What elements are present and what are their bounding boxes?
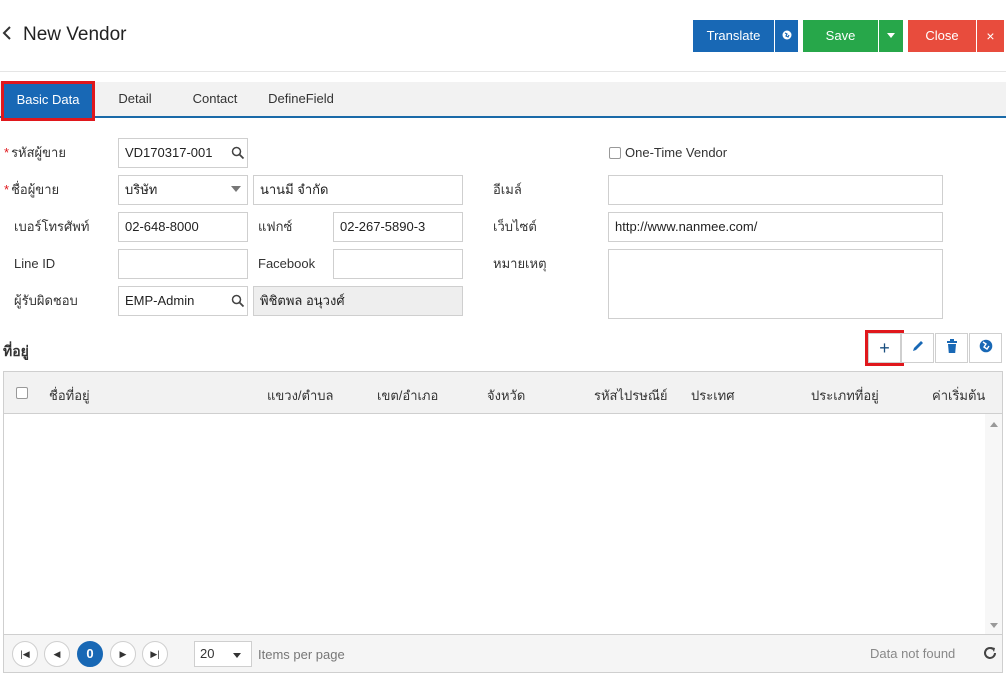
scroll-up-icon[interactable] — [990, 422, 998, 427]
phone-label: เบอร์โทรศัพท์ — [14, 219, 90, 234]
tab-definefield[interactable]: DefineField — [260, 82, 342, 116]
search-icon[interactable] — [231, 146, 245, 160]
responsible-label: ผู้รับผิดชอบ — [14, 293, 78, 308]
close-x-button[interactable]: × — [977, 20, 1004, 52]
globe-icon — [979, 339, 992, 353]
search-icon[interactable] — [231, 294, 245, 308]
email-input[interactable] — [608, 175, 943, 205]
caret-down-icon — [233, 653, 241, 658]
grid-status: Data not found — [870, 646, 956, 661]
first-page-button[interactable]: |◀ — [12, 641, 38, 667]
translate-button[interactable]: Translate — [693, 20, 774, 52]
translate-address-button[interactable] — [969, 333, 1002, 363]
grid-header: ชื่อที่อยู่ แขวง/ตำบล เขต/อำเภอ จังหวัด … — [4, 372, 1002, 414]
one-time-vendor-checkbox[interactable] — [609, 147, 621, 159]
vendor-code-input[interactable]: VD170317-001 — [118, 138, 248, 168]
globe-icon — [782, 30, 791, 40]
page-title: New Vendor — [23, 24, 127, 45]
facebook-label: Facebook — [258, 256, 316, 271]
column-country[interactable]: ประเทศ — [691, 385, 734, 406]
one-time-vendor-label: One-Time Vendor — [625, 145, 728, 160]
address-grid: ชื่อที่อยู่ แขวง/ตำบล เขต/อำเภอ จังหวัด … — [3, 371, 1003, 673]
select-all-checkbox[interactable] — [16, 387, 28, 399]
responsible-name-field: พิชิตพล อนุวงศ์ — [253, 286, 463, 316]
vendor-code-label-text: รหัสผู้ขาย — [11, 145, 66, 160]
website-input[interactable]: http://www.nanmee.com/ — [608, 212, 943, 242]
responsible-input[interactable]: EMP-Admin — [118, 286, 248, 316]
scroll-down-icon[interactable] — [990, 623, 998, 628]
website-label: เว็บไซต์ — [493, 219, 537, 234]
pencil-icon — [912, 341, 923, 352]
tab-contact[interactable]: Contact — [180, 82, 250, 116]
tab-bar: Basic Data Detail Contact DefineField — [0, 81, 1006, 121]
delete-address-button[interactable] — [935, 333, 968, 363]
column-address-name[interactable]: ชื่อที่อยู่ — [49, 385, 90, 406]
vendor-name-input[interactable]: นานมี จำกัด — [253, 175, 463, 205]
required-asterisk: * — [4, 145, 10, 160]
email-label: อีเมล์ — [493, 182, 522, 197]
prev-page-button[interactable]: ◀ — [44, 641, 70, 667]
required-asterisk: * — [4, 182, 10, 197]
note-textarea[interactable] — [608, 249, 943, 319]
vendor-name-label-text: ชื่อผู้ขาย — [11, 182, 60, 197]
fax-label: แฟกซ์ — [258, 219, 293, 234]
page-header: New Vendor Translate Save Close × — [0, 0, 1006, 72]
items-per-page-label: Items per page — [258, 647, 345, 662]
close-button[interactable]: Close — [908, 20, 976, 52]
column-province[interactable]: จังหวัด — [487, 385, 525, 406]
vendor-code-label: * รหัสผู้ขาย — [4, 143, 66, 163]
column-subdistrict[interactable]: แขวง/ตำบล — [267, 385, 334, 406]
address-section-title: ที่อยู่ — [3, 343, 29, 359]
phone-input[interactable]: 02-648-8000 — [118, 212, 248, 242]
grid-scrollbar[interactable] — [985, 414, 1002, 634]
page-size-select[interactable]: 20 — [194, 641, 252, 667]
fax-input[interactable]: 02-267-5890-3 — [333, 212, 463, 242]
caret-down-icon — [887, 33, 895, 39]
last-page-button[interactable]: ▶| — [142, 641, 168, 667]
edit-address-button[interactable] — [901, 333, 934, 363]
vendor-prefix-select[interactable]: บริษัท — [118, 175, 248, 205]
current-page[interactable]: 0 — [77, 641, 103, 667]
column-district[interactable]: เขต/อำเภอ — [377, 385, 438, 406]
grid-pager: |◀ ◀ 0 ▶ ▶| 20 Items per page Data not f… — [4, 634, 1002, 672]
tab-basic-data[interactable]: Basic Data — [1, 81, 95, 121]
column-address-type[interactable]: ประเภทที่อยู่ — [811, 385, 879, 406]
line-id-input[interactable] — [118, 249, 248, 279]
save-options-dropdown[interactable] — [879, 20, 903, 52]
trash-icon — [946, 339, 957, 354]
back-chevron-icon[interactable] — [2, 24, 16, 46]
vendor-name-label: * ชื่อผู้ขาย — [4, 180, 59, 200]
add-address-button[interactable]: + — [865, 330, 904, 366]
refresh-icon[interactable] — [982, 645, 998, 661]
column-default[interactable]: ค่าเริ่มต้น — [932, 385, 985, 406]
facebook-input[interactable] — [333, 249, 463, 279]
save-button[interactable]: Save — [803, 20, 878, 52]
column-postal-code[interactable]: รหัสไปรษณีย์ — [594, 385, 668, 406]
caret-down-icon — [231, 186, 241, 192]
line-id-label: Line ID — [14, 256, 56, 271]
translate-globe-button[interactable] — [775, 20, 798, 52]
note-label: หมายเหตุ — [493, 256, 547, 271]
tab-detail[interactable]: Detail — [106, 82, 164, 116]
next-page-button[interactable]: ▶ — [110, 641, 136, 667]
